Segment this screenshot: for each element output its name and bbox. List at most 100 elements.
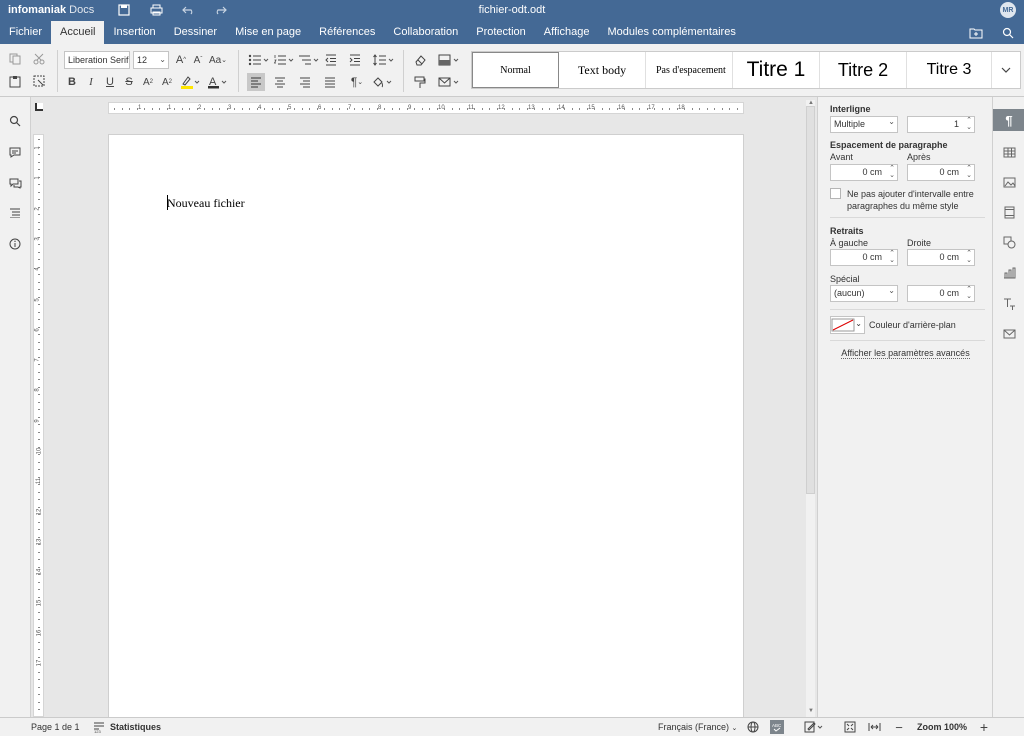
spacing-before-input[interactable]: 0 cm ⌃ ⌄ — [830, 164, 898, 181]
change-case-button[interactable]: Aa ⌄ — [207, 51, 229, 69]
color-scheme-icon[interactable] — [437, 51, 461, 69]
style-titre-2[interactable]: Titre 2 — [820, 52, 907, 88]
multilevel-list-icon[interactable] — [297, 51, 321, 69]
clear-style-icon[interactable] — [411, 51, 429, 69]
align-right-button[interactable] — [296, 73, 314, 91]
font-name-select[interactable]: Liberation Serif — [64, 51, 130, 69]
zoom-out-button[interactable]: − — [892, 720, 906, 735]
tab-collaboration[interactable]: Collaboration — [384, 21, 467, 44]
style-titre-1[interactable]: Titre 1 — [733, 52, 820, 88]
ruler-number: 9 — [408, 105, 412, 111]
subscript-button[interactable]: A2 — [158, 73, 176, 91]
spellcheck-icon[interactable]: ABC — [770, 720, 784, 734]
text-art-icon[interactable] — [1001, 296, 1017, 312]
italic-button[interactable]: I — [82, 73, 100, 91]
font-color-button[interactable]: A — [205, 73, 229, 91]
table-icon[interactable] — [1001, 144, 1017, 160]
decrease-font-button[interactable]: Aˇ — [189, 51, 207, 69]
info-icon[interactable] — [7, 236, 23, 252]
line-spacing-mode-select[interactable]: Multiple ⌄ — [830, 116, 898, 133]
style-titre-3[interactable]: Titre 3 — [907, 52, 992, 88]
tab-mise-en-page[interactable]: Mise en page — [226, 21, 310, 44]
indent-right-input[interactable]: 0 cm ⌃ ⌄ — [907, 249, 975, 266]
line-spacing-icon[interactable] — [372, 51, 396, 69]
decrease-indent-icon[interactable] — [322, 51, 340, 69]
paste-icon[interactable] — [6, 72, 24, 90]
search-icon[interactable] — [1000, 25, 1016, 41]
style-no-spacing[interactable]: Pas d'espacement — [646, 52, 733, 88]
highlight-color-button[interactable] — [178, 73, 202, 91]
background-color-button[interactable]: ⌄ — [830, 316, 865, 334]
tab-affichage[interactable]: Affichage — [535, 21, 599, 44]
increase-font-button[interactable]: A ^ — [172, 51, 190, 69]
style-text-body[interactable]: Text body — [559, 52, 646, 88]
align-left-button[interactable] — [247, 73, 265, 91]
svg-text:ABC: ABC — [772, 723, 782, 728]
nonprinting-chars-button[interactable]: ¶ ⌄ — [346, 73, 368, 91]
vertical-ruler[interactable]: 11234567891011121314151617 — [33, 134, 44, 717]
no-interval-checkbox[interactable] — [830, 188, 841, 199]
paragraph-shading-icon[interactable] — [370, 73, 394, 91]
numbered-list-icon[interactable] — [272, 51, 296, 69]
advanced-settings-link[interactable]: Afficher les paramètres avancés — [818, 348, 993, 359]
shape-icon[interactable] — [1001, 234, 1017, 250]
mail-merge-icon[interactable] — [437, 73, 461, 91]
spacing-after-input[interactable]: 0 cm ⌃ ⌄ — [907, 164, 975, 181]
statistics-label[interactable]: Statistiques — [110, 722, 161, 732]
strikethrough-button[interactable]: S — [120, 73, 138, 91]
track-changes-icon[interactable] — [803, 720, 825, 734]
chat-icon[interactable] — [7, 175, 23, 191]
statistics-icon[interactable]: 123 — [92, 720, 106, 734]
globe-icon[interactable] — [746, 720, 760, 734]
copy-icon[interactable] — [6, 50, 24, 68]
special-indent-input[interactable]: 0 cm ⌃ ⌄ — [907, 285, 975, 302]
user-avatar[interactable]: MR — [1000, 2, 1016, 18]
vertical-scrollbar[interactable]: ▲ ▼ — [806, 100, 815, 717]
document-page[interactable]: Nouveau fichier — [108, 134, 744, 724]
tab-insertion[interactable]: Insertion — [104, 21, 164, 44]
superscript-button[interactable]: A2 — [139, 73, 157, 91]
fit-page-icon[interactable] — [843, 720, 857, 734]
line-spacing-value-input[interactable]: 1 ⌃ ⌄ — [907, 116, 975, 133]
folder-icon[interactable] — [968, 25, 984, 41]
tab-dessiner[interactable]: Dessiner — [165, 21, 226, 44]
zoom-in-button[interactable]: + — [977, 719, 991, 735]
mail-merge-icon[interactable] — [1001, 326, 1017, 342]
paragraph-icon[interactable]: ¶ — [1001, 112, 1017, 128]
underline-button[interactable]: U — [101, 73, 119, 91]
indent-left-input[interactable]: 0 cm ⌃ ⌄ — [830, 249, 898, 266]
document-text[interactable]: Nouveau fichier — [167, 196, 245, 211]
background-color-label: Couleur d'arrière-plan — [869, 320, 956, 330]
tab-stop-selector[interactable] — [35, 103, 43, 111]
horizontal-ruler[interactable]: 1 1 2 3 4 5 6 7 8 9 10 11 12 13 14 15 16 17 18 — [108, 102, 744, 114]
bold-button[interactable]: B — [63, 73, 81, 91]
comments-icon[interactable] — [7, 144, 23, 160]
search-icon[interactable] — [7, 113, 23, 129]
select-all-icon[interactable] — [30, 72, 48, 90]
tab-protection[interactable]: Protection — [467, 21, 535, 44]
styles-expand-button[interactable] — [992, 52, 1020, 88]
cut-icon[interactable] — [30, 50, 48, 68]
tab-fichier[interactable]: Fichier — [0, 21, 51, 44]
chart-icon[interactable] — [1001, 265, 1017, 281]
tab-references[interactable]: Références — [310, 21, 384, 44]
align-center-button[interactable] — [271, 73, 289, 91]
header-footer-icon[interactable] — [1001, 204, 1017, 220]
ruler-number: 2 — [198, 105, 202, 111]
image-icon[interactable] — [1001, 174, 1017, 190]
language-select[interactable]: Français (France) ⌄ — [658, 722, 737, 732]
copy-style-icon[interactable] — [411, 73, 429, 91]
special-indent-select[interactable]: (aucun) ⌄ — [830, 285, 898, 302]
navigation-icon[interactable] — [7, 205, 23, 221]
scrollbar-thumb[interactable] — [806, 106, 815, 494]
tab-modules[interactable]: Modules complémentaires — [598, 21, 744, 44]
style-normal[interactable]: Normal — [472, 52, 559, 88]
font-size-select[interactable]: 12 ⌄ — [133, 51, 169, 69]
justify-button[interactable] — [321, 73, 339, 91]
paragraph-settings-panel: Interligne Multiple ⌄ 1 ⌃ ⌄ Espacement de p… — [817, 97, 992, 717]
increase-indent-icon[interactable] — [346, 51, 364, 69]
espacement-title: Espacement de paragraphe — [830, 140, 948, 150]
bullet-list-icon[interactable] — [247, 51, 271, 69]
tab-accueil[interactable]: Accueil — [51, 21, 105, 44]
fit-width-icon[interactable] — [867, 720, 881, 734]
